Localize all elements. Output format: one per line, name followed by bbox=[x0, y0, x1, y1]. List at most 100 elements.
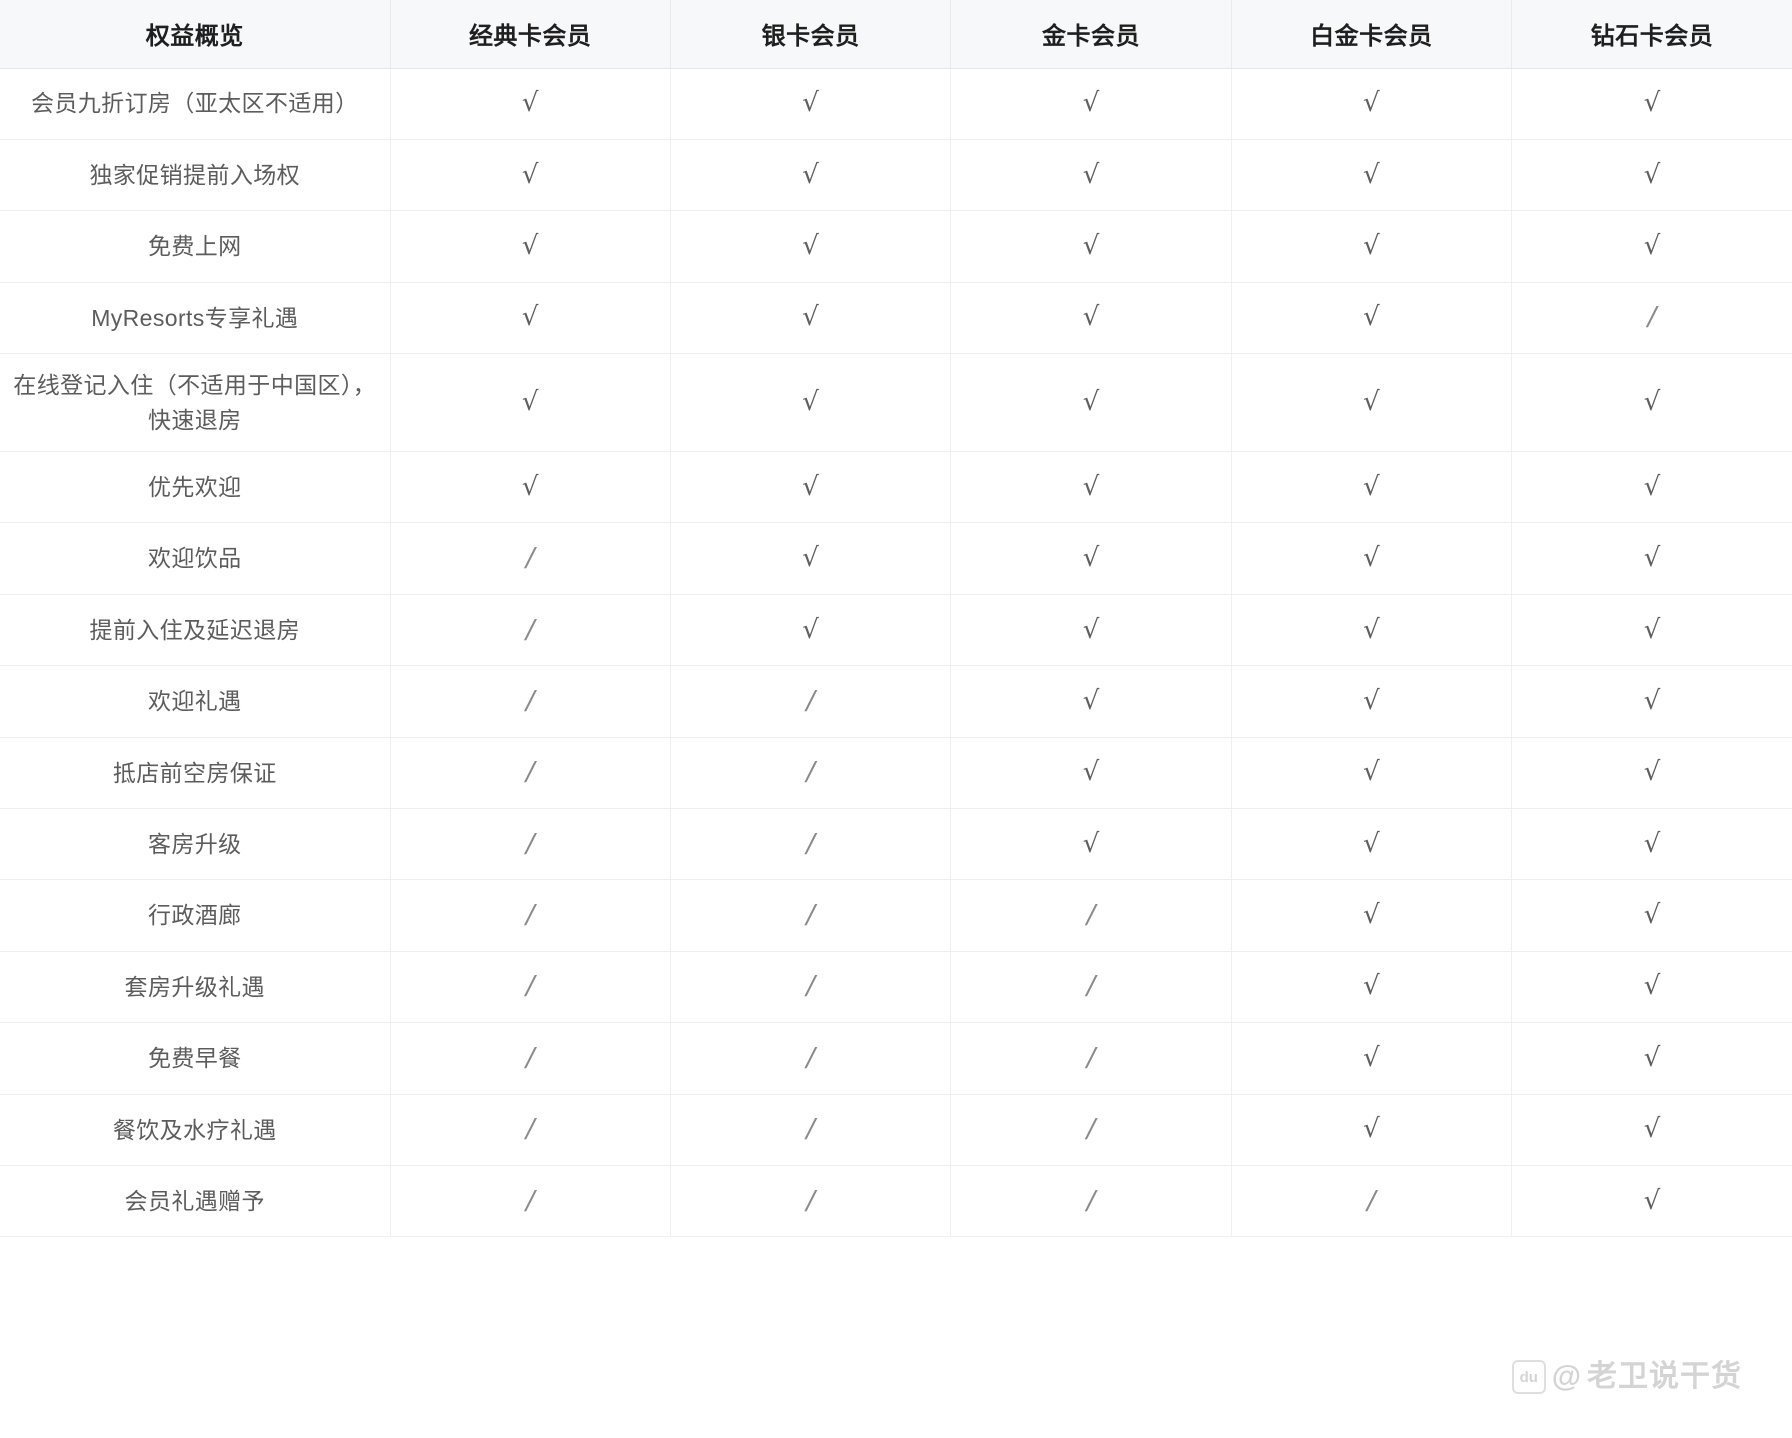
slash-icon: / bbox=[1086, 1042, 1096, 1073]
check-icon: √ bbox=[1643, 614, 1661, 645]
slash-icon: / bbox=[525, 757, 535, 788]
benefit-name-cell: 优先欢迎 bbox=[0, 451, 391, 524]
slash-icon: / bbox=[806, 900, 815, 931]
benefit-availability-cell: √ bbox=[670, 282, 952, 355]
benefit-availability-cell: / bbox=[390, 1165, 671, 1238]
benefit-availability-cell: √ bbox=[950, 139, 1232, 212]
benefit-availability-cell: √ bbox=[1511, 68, 1792, 140]
check-icon: √ bbox=[1643, 543, 1661, 574]
check-icon: √ bbox=[1363, 302, 1380, 333]
check-icon: √ bbox=[1363, 828, 1380, 859]
check-icon: √ bbox=[521, 471, 539, 502]
benefit-availability-cell: √ bbox=[390, 68, 671, 140]
benefit-name-cell: 在线登记入住（不适用于中国区），快速退房 bbox=[0, 353, 391, 453]
check-icon: √ bbox=[521, 88, 539, 119]
benefit-availability-cell: / bbox=[390, 665, 671, 738]
table-header: 权益概览 经典卡会员 银卡会员 金卡会员 白金卡会员 钻石卡会员 bbox=[0, 0, 1792, 69]
table-row: 提前入住及延迟退房 / √ √ √ √ bbox=[0, 594, 1792, 667]
benefit-availability-cell: / bbox=[1231, 1165, 1513, 1238]
benefit-availability-cell: √ bbox=[670, 139, 952, 212]
benefit-name-cell: 免费早餐 bbox=[0, 1022, 391, 1095]
slash-icon: / bbox=[1647, 302, 1657, 333]
benefit-availability-cell: √ bbox=[1231, 1022, 1513, 1095]
check-icon: √ bbox=[1363, 900, 1380, 931]
table-row: 在线登记入住（不适用于中国区），快速退房 √ √ √ √ √ bbox=[0, 353, 1792, 453]
benefit-availability-cell: √ bbox=[1511, 665, 1792, 738]
check-icon: √ bbox=[1363, 88, 1380, 119]
benefit-availability-cell: √ bbox=[950, 210, 1232, 283]
benefit-name-cell: MyResorts专享礼遇 bbox=[0, 282, 391, 355]
table-row: 会员九折订房（亚太区不适用） √ √ √ √ √ bbox=[0, 68, 1792, 140]
benefit-availability-cell: / bbox=[670, 808, 952, 881]
check-icon: √ bbox=[1082, 471, 1100, 502]
benefit-availability-cell: / bbox=[390, 951, 671, 1024]
check-icon: √ bbox=[802, 159, 819, 190]
check-icon: √ bbox=[1643, 971, 1661, 1002]
benefit-availability-cell: √ bbox=[950, 451, 1232, 524]
check-icon: √ bbox=[1643, 685, 1661, 716]
benefit-availability-cell: √ bbox=[950, 522, 1232, 595]
check-icon: √ bbox=[1082, 757, 1100, 788]
benefit-availability-cell: √ bbox=[670, 451, 952, 524]
benefit-name-cell: 提前入住及延迟退房 bbox=[0, 594, 391, 667]
benefit-name-cell: 独家促销提前入场权 bbox=[0, 139, 391, 212]
benefit-name-cell: 免费上网 bbox=[0, 210, 391, 283]
benefit-availability-cell: / bbox=[390, 737, 671, 810]
table-row: 行政酒廊 / / / √ √ bbox=[0, 879, 1792, 952]
check-icon: √ bbox=[521, 159, 539, 190]
benefit-name-cell: 欢迎饮品 bbox=[0, 522, 391, 595]
benefit-availability-cell: √ bbox=[1231, 808, 1513, 881]
benefit-availability-cell: √ bbox=[1511, 951, 1792, 1024]
benefit-availability-cell: / bbox=[670, 737, 952, 810]
benefit-availability-cell: √ bbox=[1231, 594, 1513, 667]
benefit-availability-cell: √ bbox=[950, 808, 1232, 881]
slash-icon: / bbox=[525, 900, 535, 931]
benefit-availability-cell: / bbox=[1511, 282, 1792, 355]
benefit-availability-cell: √ bbox=[1511, 210, 1792, 283]
check-icon: √ bbox=[1082, 614, 1100, 645]
column-header-gold: 金卡会员 bbox=[950, 0, 1232, 69]
check-icon: √ bbox=[1363, 230, 1380, 261]
check-icon: √ bbox=[1643, 757, 1661, 788]
membership-benefits-table: 权益概览 经典卡会员 银卡会员 金卡会员 白金卡会员 钻石卡会员 会员九折订房（… bbox=[0, 0, 1792, 1238]
column-header-silver: 银卡会员 bbox=[670, 0, 952, 69]
column-header-feature: 权益概览 bbox=[0, 0, 391, 69]
slash-icon: / bbox=[525, 543, 535, 574]
slash-icon: / bbox=[1086, 1114, 1096, 1145]
check-icon: √ bbox=[1643, 1042, 1661, 1073]
benefit-availability-cell: √ bbox=[1231, 665, 1513, 738]
slash-icon: / bbox=[806, 1114, 815, 1145]
column-header-diamond: 钻石卡会员 bbox=[1511, 0, 1792, 69]
benefit-name-cell: 套房升级礼遇 bbox=[0, 951, 391, 1024]
check-icon: √ bbox=[802, 302, 819, 333]
benefit-availability-cell: √ bbox=[670, 353, 952, 453]
table-row: 免费早餐 / / / √ √ bbox=[0, 1022, 1792, 1095]
table-row: 抵店前空房保证 / / √ √ √ bbox=[0, 737, 1792, 810]
benefit-availability-cell: √ bbox=[1231, 353, 1513, 453]
benefit-availability-cell: √ bbox=[1511, 879, 1792, 952]
benefit-availability-cell: / bbox=[390, 1094, 671, 1166]
check-icon: √ bbox=[1643, 471, 1661, 502]
check-icon: √ bbox=[1082, 828, 1100, 859]
slash-icon: / bbox=[806, 971, 815, 1002]
slash-icon: / bbox=[525, 1042, 535, 1073]
benefit-availability-cell: √ bbox=[1511, 737, 1792, 810]
benefit-name-cell: 餐饮及水疗礼遇 bbox=[0, 1094, 391, 1166]
table-row: 客房升级 / / √ √ √ bbox=[0, 808, 1792, 881]
slash-icon: / bbox=[1086, 971, 1096, 1002]
watermark-at-symbol: @ bbox=[1551, 1360, 1581, 1393]
slash-icon: / bbox=[1086, 1185, 1096, 1216]
check-icon: √ bbox=[1082, 302, 1100, 333]
benefit-availability-cell: √ bbox=[1511, 808, 1792, 881]
check-icon: √ bbox=[1363, 685, 1380, 716]
check-icon: √ bbox=[1363, 971, 1380, 1002]
column-header-platinum: 白金卡会员 bbox=[1231, 0, 1513, 69]
benefit-name-cell: 客房升级 bbox=[0, 808, 391, 881]
check-icon: √ bbox=[802, 88, 819, 119]
table-row: MyResorts专享礼遇 √ √ √ √ / bbox=[0, 282, 1792, 355]
benefit-availability-cell: √ bbox=[1511, 594, 1792, 667]
slash-icon: / bbox=[525, 685, 535, 716]
table-row: 欢迎饮品 / √ √ √ √ bbox=[0, 522, 1792, 595]
table-row: 餐饮及水疗礼遇 / / / √ √ bbox=[0, 1094, 1792, 1166]
table-row: 独家促销提前入场权 √ √ √ √ √ bbox=[0, 139, 1792, 212]
